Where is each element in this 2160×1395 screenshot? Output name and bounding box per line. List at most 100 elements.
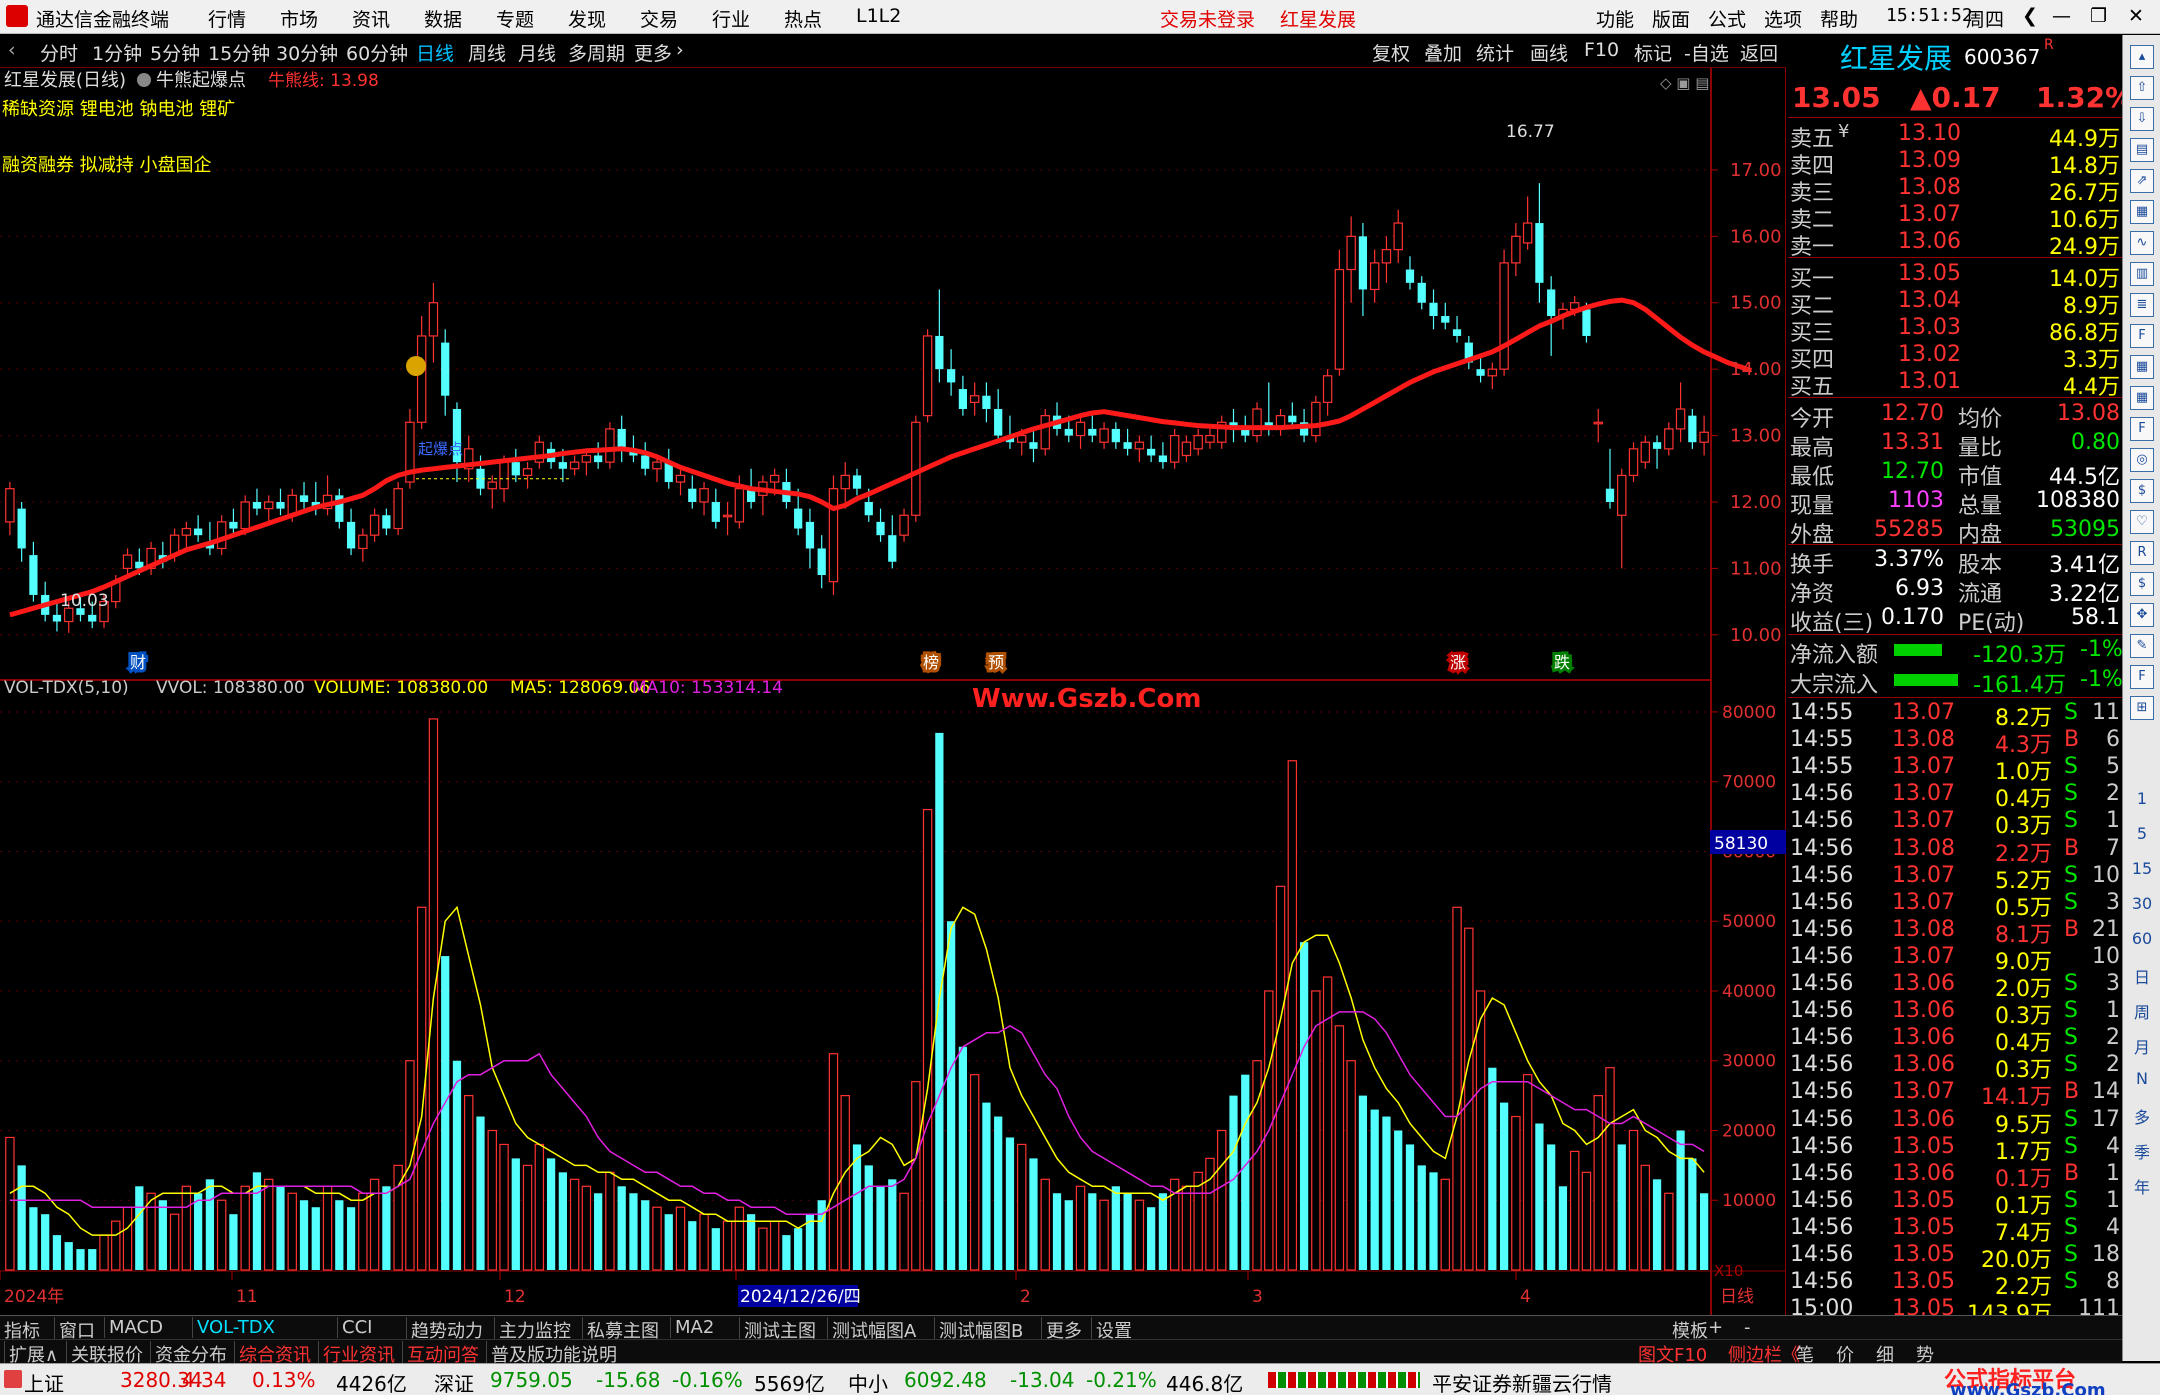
volume-bar[interactable]	[758, 1227, 768, 1271]
volume-bar[interactable]	[240, 1185, 250, 1271]
menu-hangqing[interactable]: 行情	[208, 5, 246, 32]
volume-bar[interactable]	[617, 1186, 626, 1270]
volume-bar[interactable]	[1676, 1130, 1685, 1270]
menu-hangye[interactable]: 行业	[712, 5, 750, 32]
volume-bar[interactable]	[1134, 1199, 1145, 1271]
volume-bar[interactable]	[299, 1200, 309, 1270]
candle[interactable]	[1522, 196, 1533, 250]
candle[interactable]	[1358, 223, 1368, 317]
candle[interactable]	[346, 508, 356, 556]
marker-bang[interactable]: 榜	[920, 650, 942, 675]
candle[interactable]	[229, 508, 238, 536]
kline-chart[interactable]: 17.00 16.00 15.00 14.00 13.00 12.00 11.00 10.00…	[0, 68, 1786, 1315]
volume-bar[interactable]	[1147, 1207, 1156, 1270]
candle[interactable]	[1476, 355, 1485, 383]
candle[interactable]	[1111, 422, 1120, 449]
volume-bar[interactable]	[1558, 1186, 1568, 1270]
candle[interactable]	[205, 521, 215, 556]
ask-row-5[interactable]: 卖五 ¥13.10 44.9万	[1788, 121, 2122, 152]
action-tongji[interactable]: 统计	[1476, 39, 1514, 66]
period-shortcut-1[interactable]: 5	[2123, 824, 2160, 843]
volume-bar[interactable]	[1111, 1186, 1120, 1270]
volume-bar[interactable]	[1123, 1193, 1132, 1270]
toolbar-left-arrow-icon[interactable]: ‹	[8, 39, 16, 61]
arrow-up-icon[interactable]: ▴	[2130, 45, 2154, 69]
volume-bar[interactable]	[1405, 1144, 1415, 1270]
period-shortcut-6[interactable]: 周	[2123, 999, 2160, 1023]
candle[interactable]	[1547, 276, 1556, 356]
ask-row-3[interactable]: 卖三 13.08 26.7万	[1788, 175, 2122, 206]
volume-bar[interactable]	[1688, 1158, 1697, 1270]
dollar-icon[interactable]: $	[2130, 479, 2154, 503]
news-icon[interactable]: ≣	[2130, 293, 2154, 317]
circle-icon[interactable]: ◎	[2130, 448, 2154, 472]
volume-bar[interactable]	[1535, 1123, 1544, 1270]
menu-zhuanti[interactable]: 专题	[496, 5, 534, 32]
tick-row[interactable]: 14:56 13.05 7.4万 S 4	[1788, 1215, 2122, 1246]
candle[interactable]	[1322, 369, 1333, 416]
candle[interactable]	[1040, 409, 1050, 456]
candle[interactable]	[1452, 316, 1462, 343]
volume-bar[interactable]	[746, 1214, 756, 1270]
volume-bar[interactable]	[487, 1129, 497, 1271]
ask-row-2[interactable]: 卖二 13.07 10.6万	[1788, 202, 2122, 233]
candle[interactable]	[876, 508, 885, 542]
volume-bar[interactable]	[782, 1235, 791, 1270]
cluster-icon[interactable]: ⊞	[2130, 696, 2154, 720]
menu-redian[interactable]: 热点	[784, 5, 822, 32]
candle[interactable]	[1393, 209, 1403, 263]
arrow-down-icon[interactable]: ⇩	[2130, 107, 2154, 131]
candle[interactable]	[688, 475, 697, 509]
candlestick-layer[interactable]	[5, 183, 1709, 633]
candle[interactable]	[1429, 289, 1438, 330]
volume-bar[interactable]	[1229, 1095, 1238, 1270]
candle[interactable]	[322, 475, 333, 516]
candle[interactable]	[5, 482, 15, 536]
candle[interactable]	[1334, 249, 1345, 376]
volume-bar[interactable]	[311, 1207, 320, 1270]
menu-banmian[interactable]: 版面	[1652, 5, 1690, 32]
candle[interactable]	[1499, 249, 1509, 376]
candle[interactable]	[534, 435, 545, 469]
period-shortcut-5[interactable]: 日	[2123, 964, 2160, 988]
candle[interactable]	[664, 448, 673, 489]
volume-bar[interactable]	[1370, 1109, 1379, 1270]
candle[interactable]	[1311, 395, 1321, 443]
volume-bar[interactable]	[1382, 1116, 1391, 1270]
candle[interactable]	[1252, 402, 1262, 443]
ask-row-1[interactable]: 卖一 13.06 24.9万	[1788, 229, 2122, 260]
volume-bar[interactable]	[1299, 942, 1309, 1270]
candle[interactable]	[1417, 276, 1426, 310]
volume-bar[interactable]	[476, 1116, 485, 1270]
period-shortcut-7[interactable]: 月	[2123, 1034, 2160, 1058]
tick-row[interactable]: 14:56 13.07 9.0万 10	[1788, 944, 2122, 975]
volume-bar[interactable]	[688, 1221, 697, 1270]
volume-bar[interactable]	[1452, 906, 1462, 1271]
f10-icon[interactable]: F	[2130, 324, 2154, 348]
tick-row[interactable]: 14:56 13.06 9.5万 S 17	[1788, 1107, 2122, 1138]
volume-bar[interactable]	[181, 1185, 192, 1271]
candle[interactable]	[1688, 409, 1697, 449]
volume-bar[interactable]	[876, 1186, 885, 1270]
volume-bar[interactable]	[122, 1206, 133, 1271]
candle[interactable]	[1617, 468, 1627, 569]
candle[interactable]	[594, 442, 603, 469]
volume-bar[interactable]	[581, 1185, 592, 1271]
candle[interactable]	[264, 495, 274, 522]
candle[interactable]	[1464, 335, 1473, 370]
period-shortcut-8[interactable]: N	[2123, 1069, 2160, 1088]
volume-bar[interactable]	[499, 1143, 509, 1271]
volume-bar[interactable]	[1511, 1115, 1521, 1271]
candle[interactable]	[969, 382, 980, 416]
period-shortcut-2[interactable]: 15	[2123, 859, 2160, 878]
candle[interactable]	[487, 475, 497, 509]
action-fanhui[interactable]: 返回	[1740, 39, 1778, 66]
volume-bar[interactable]	[899, 1192, 909, 1271]
candle[interactable]	[828, 475, 839, 595]
candle[interactable]	[958, 375, 968, 416]
vol-indicator-name[interactable]: VOL-TDX(5,10)	[4, 678, 129, 698]
tick-row[interactable]: 14:56 13.05 20.0万 S 18	[1788, 1242, 2122, 1273]
candle[interactable]	[1535, 183, 1544, 303]
menu-jiaoyi[interactable]: 交易	[640, 5, 678, 32]
volume-bar[interactable]	[358, 1192, 368, 1271]
